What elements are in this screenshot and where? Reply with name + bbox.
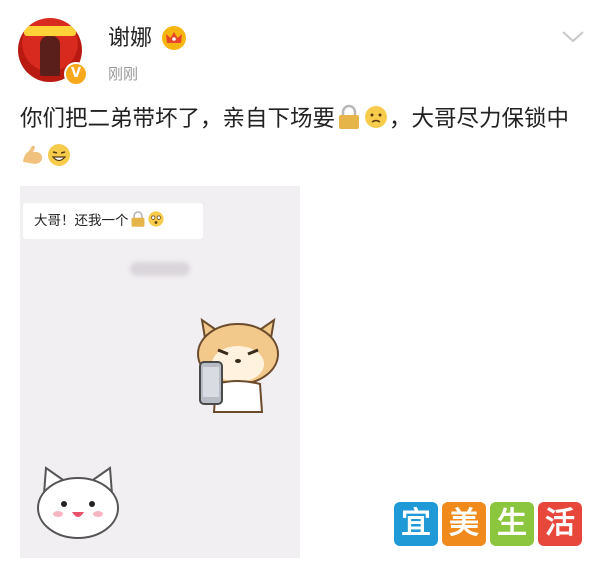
watermark-char-2: 美 xyxy=(442,502,486,546)
post-time: 刚刚 xyxy=(108,65,139,83)
blurred-text xyxy=(130,262,190,276)
chevron-down-icon[interactable] xyxy=(561,30,585,44)
post-text: 你们把二弟带坏了，亲自下场要 ，大哥尽力保锁中 xyxy=(20,100,590,176)
embedded-chat-image[interactable]: 大哥！还我一个 xyxy=(20,186,300,558)
watermark-char-4: 活 xyxy=(538,502,582,546)
post-text-part2: ，大哥尽力保锁中 xyxy=(389,106,570,132)
grinning-face-icon xyxy=(48,144,70,166)
flushed-face-icon xyxy=(147,211,164,227)
white-cat-sticker xyxy=(37,466,119,539)
watermark-char-3: 生 xyxy=(490,502,534,546)
author-name[interactable]: 谢娜 xyxy=(108,24,152,54)
post-text-part1: 你们把二弟带坏了，亲自下场要 xyxy=(20,106,336,132)
crown-icon xyxy=(162,26,186,50)
lock-icon xyxy=(131,211,144,227)
shiba-dog-sticker xyxy=(197,317,279,413)
verified-badge-icon: V xyxy=(64,62,88,86)
avatar-banner xyxy=(24,26,76,36)
sad-face-icon xyxy=(365,106,388,128)
avatar-figure xyxy=(40,36,60,76)
flexed-biceps-icon xyxy=(23,145,43,164)
lock-icon xyxy=(339,104,360,129)
chat-bubble-text: 大哥！还我一个 xyxy=(34,213,129,229)
watermark-char-1: 宜 xyxy=(394,502,438,546)
watermark-logo: 宜 美 生 活 xyxy=(394,502,582,548)
chat-bubble: 大哥！还我一个 xyxy=(23,203,203,239)
